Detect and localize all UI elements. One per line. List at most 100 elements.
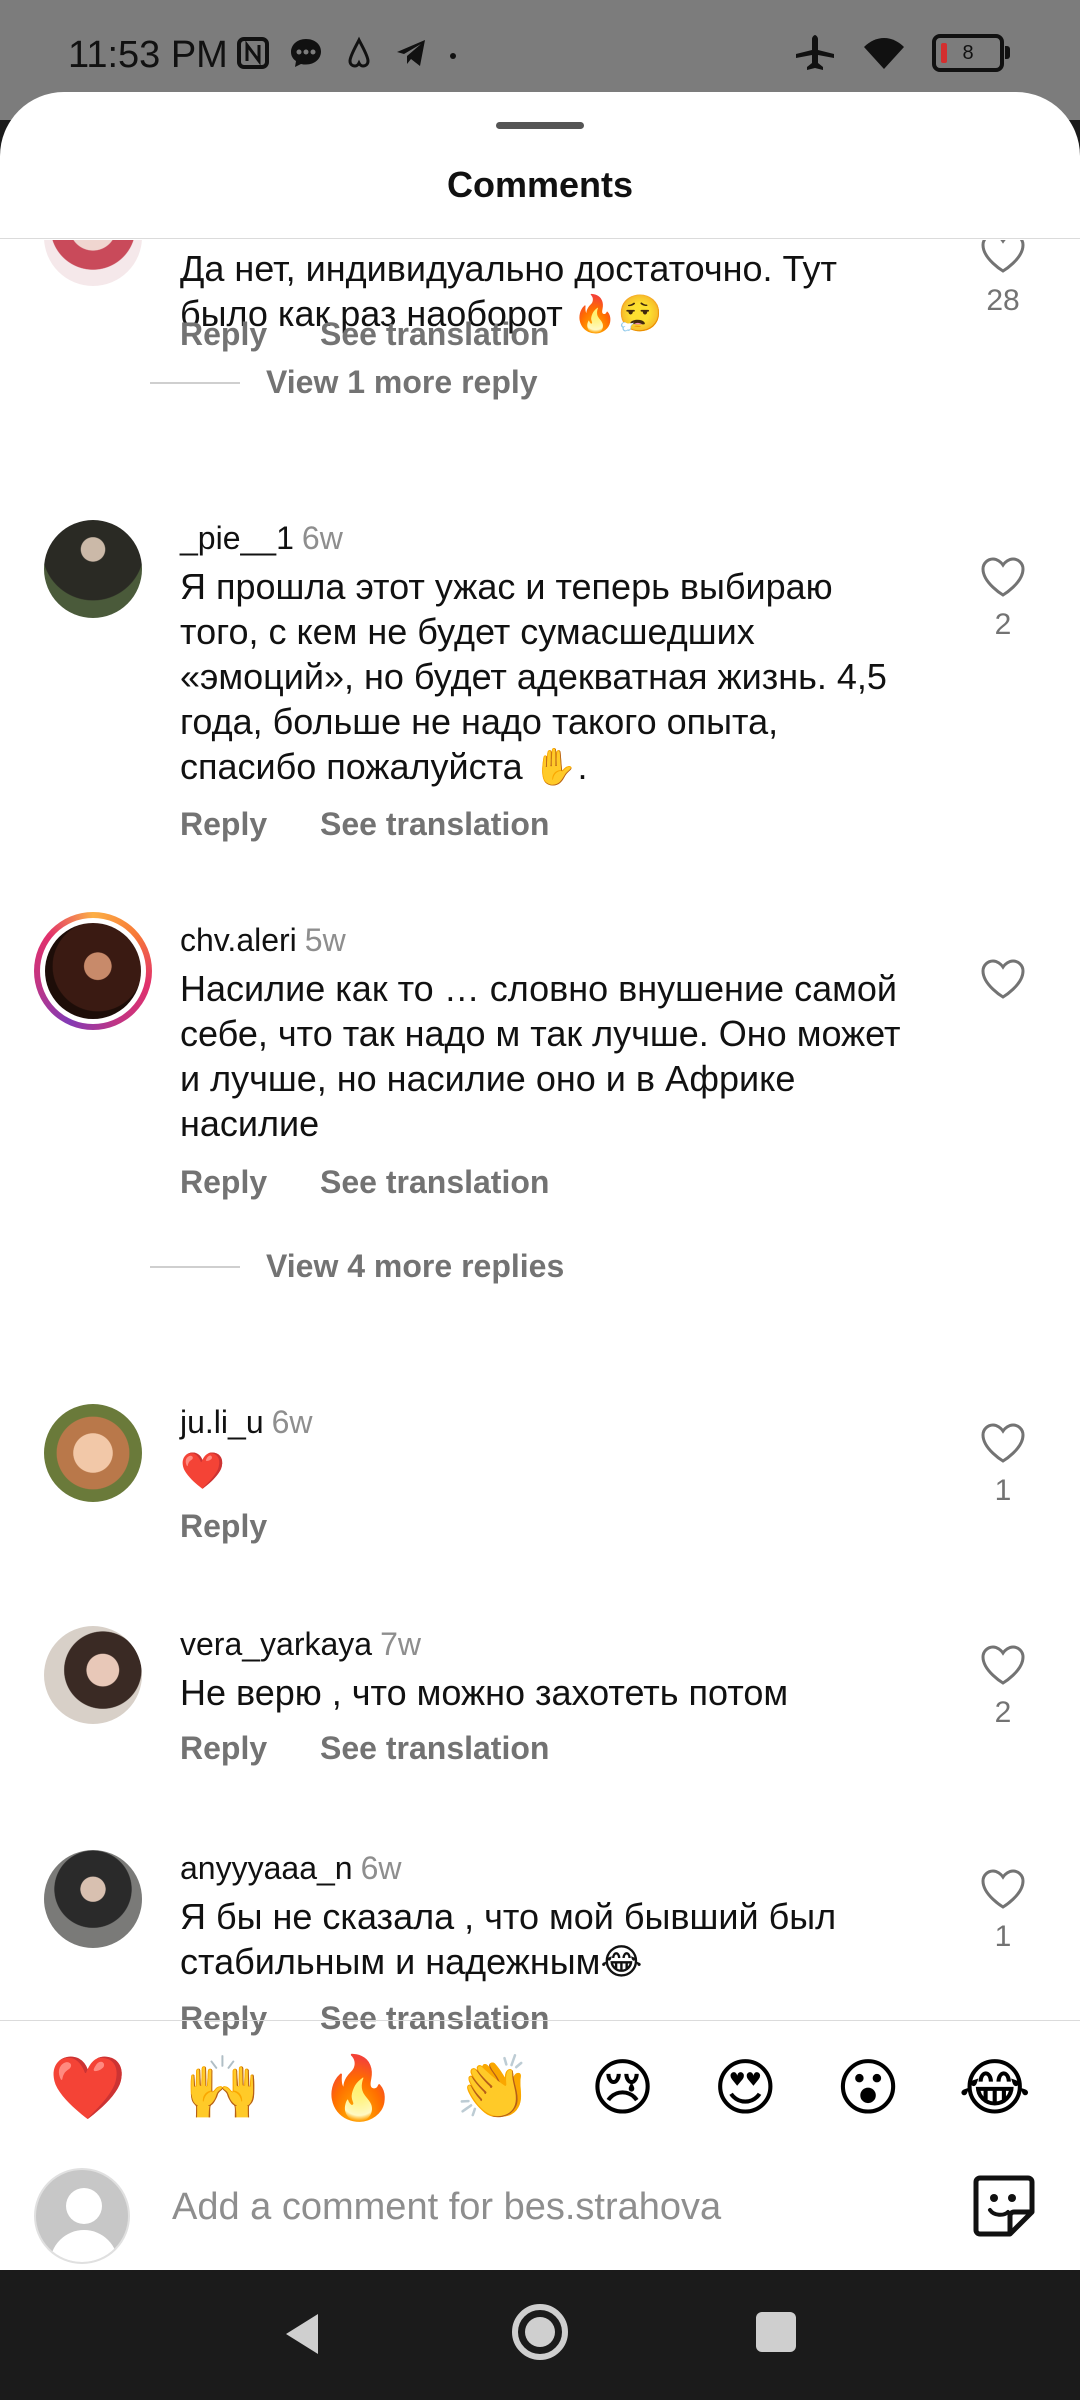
like-count: 1: [994, 1474, 1012, 1507]
avatar[interactable]: [44, 1404, 142, 1502]
like-count: 2: [994, 608, 1012, 641]
sheet-title: Comments: [446, 164, 634, 205]
airbnb-icon: [348, 36, 370, 68]
comment-text: Я прошла этот ужас и теперь выбираю того…: [180, 566, 887, 787]
avatar[interactable]: [44, 520, 142, 618]
comment-actions: Reply See translation: [180, 806, 593, 843]
comment-age: 6w: [271, 1404, 313, 1440]
see-translation-button[interactable]: See translation: [320, 806, 549, 842]
emoji-raised-hands-button[interactable]: 🙌: [184, 2058, 261, 2120]
comment-actions: Reply See translation: [180, 1164, 593, 1201]
comment-header: vera_yarkaya 7w: [180, 1626, 421, 1663]
like-control[interactable]: 1: [978, 1868, 1028, 1954]
username[interactable]: anyyyaaa_n: [180, 1850, 353, 1886]
like-control[interactable]: [978, 958, 1028, 1000]
username[interactable]: chv.aleri: [180, 922, 297, 958]
reply-button[interactable]: Reply: [180, 1508, 267, 1544]
reply-button[interactable]: Reply: [180, 1164, 267, 1200]
nfc-icon: [237, 37, 269, 69]
comment-actions: Reply: [180, 1508, 311, 1545]
story-avatar[interactable]: [34, 912, 152, 1030]
see-translation-button[interactable]: See translation: [320, 1730, 549, 1766]
emoji-crying-button[interactable]: 😢: [590, 2058, 655, 2120]
like-count: 28: [986, 284, 1020, 317]
comment-text: Не верю , что можно захотеть потом: [180, 1672, 789, 1713]
see-translation-button[interactable]: See translation: [320, 2000, 549, 2036]
like-control[interactable]: 1: [978, 1422, 1028, 1508]
comment-age: 5w: [304, 922, 346, 958]
view-more-label: View 4 more replies: [266, 1248, 565, 1284]
heart-icon[interactable]: [980, 1868, 1026, 1910]
emoji-heart-button[interactable]: ❤️: [49, 2058, 126, 2120]
chat-bubble-icon: [291, 39, 321, 67]
system-icons: 8: [794, 34, 1010, 72]
see-translation-button[interactable]: See translation: [320, 1164, 549, 1200]
comment-header: anyyyaaa_n 6w: [180, 1850, 401, 1887]
home-icon[interactable]: [510, 2302, 570, 2362]
status-time: 11:53 PM: [68, 34, 228, 76]
sticker-icon[interactable]: [970, 2172, 1038, 2240]
username[interactable]: vera_yarkaya: [180, 1626, 372, 1662]
comment-age: 7w: [380, 1626, 421, 1662]
recent-apps-icon[interactable]: [756, 2312, 796, 2352]
comment-actions: Reply See translation: [180, 1730, 593, 1767]
comment-age: 6w: [360, 1850, 402, 1886]
comment-text: Я бы не сказала , что мой бывший был ста…: [180, 1896, 837, 1982]
comment-header: _pie__1 6w: [180, 520, 343, 557]
heart-icon[interactable]: [980, 958, 1026, 1000]
emoji-fire-button[interactable]: 🔥: [320, 2058, 397, 2120]
avatar[interactable]: [44, 1850, 142, 1948]
comment-header: ju.li_u 6w: [180, 1404, 313, 1441]
comment-header: chv.aleri 5w: [180, 922, 346, 959]
battery-level: 8: [962, 41, 974, 64]
like-control[interactable]: 2: [978, 556, 1028, 642]
avatar[interactable]: [44, 240, 142, 286]
thread-line: [150, 381, 240, 384]
heart-icon[interactable]: [980, 1644, 1026, 1686]
notification-icons: [236, 36, 460, 70]
emoji-laughing-button[interactable]: 😂: [958, 2058, 1030, 2120]
comments-sheet: Comments Да нет, индивидуально достаточн…: [0, 92, 1080, 2270]
see-translation-button[interactable]: See translation: [320, 316, 549, 352]
airplane-icon: [796, 35, 834, 70]
comment-age: 6w: [301, 520, 343, 556]
view-more-replies[interactable]: View 1 more reply: [150, 364, 538, 401]
thread-line: [150, 1265, 240, 1268]
like-control[interactable]: 2: [978, 1644, 1028, 1730]
username[interactable]: ju.li_u: [180, 1404, 264, 1440]
comment-text: ❤️: [180, 1450, 225, 1491]
avatar[interactable]: [44, 1626, 142, 1724]
comment-text: Насилие как то … словно внушение самой с…: [180, 968, 901, 1144]
comment-actions: Reply See translation: [180, 2000, 593, 2037]
emoji-clap-button[interactable]: 👏: [455, 2058, 532, 2120]
reply-button[interactable]: Reply: [180, 1730, 267, 1766]
dot-icon: [450, 53, 456, 59]
emoji-surprised-button[interactable]: 😮: [836, 2058, 901, 2120]
back-icon[interactable]: [282, 2310, 322, 2358]
emoji-reaction-bar: ❤️ 🙌 🔥 👏 😢 😍 😮 😂: [0, 2058, 1080, 2120]
wifi-icon: [864, 38, 904, 69]
reply-button[interactable]: Reply: [180, 2000, 267, 2036]
emoji-divider: [0, 2020, 1080, 2021]
battery-icon: 8: [932, 34, 1010, 72]
reply-button[interactable]: Reply: [180, 806, 267, 842]
like-control[interactable]: 28: [978, 240, 1028, 318]
avatar: [45, 923, 141, 1019]
username[interactable]: _pie__1: [180, 520, 294, 556]
drag-handle[interactable]: [496, 122, 584, 129]
heart-icon[interactable]: [980, 556, 1026, 598]
comment-composer: Add a comment for bes.strahova: [0, 2160, 1080, 2280]
comment-input[interactable]: Add a comment for bes.strahova: [172, 2186, 721, 2229]
heart-icon[interactable]: [980, 1422, 1026, 1464]
heart-icon[interactable]: [980, 240, 1026, 274]
view-more-label: View 1 more reply: [266, 364, 538, 400]
like-count: 2: [994, 1696, 1012, 1729]
reply-button[interactable]: Reply: [180, 316, 267, 352]
view-more-replies[interactable]: View 4 more replies: [150, 1248, 564, 1285]
comments-list[interactable]: Да нет, индивидуально достаточно. Тут бы…: [0, 240, 1080, 2112]
system-navigation-bar: [0, 2270, 1080, 2400]
title-divider: [0, 238, 1080, 239]
emoji-heart-eyes-button[interactable]: 😍: [713, 2058, 778, 2120]
like-count: 1: [994, 1920, 1012, 1953]
comment-actions: Reply See translation: [180, 316, 593, 353]
